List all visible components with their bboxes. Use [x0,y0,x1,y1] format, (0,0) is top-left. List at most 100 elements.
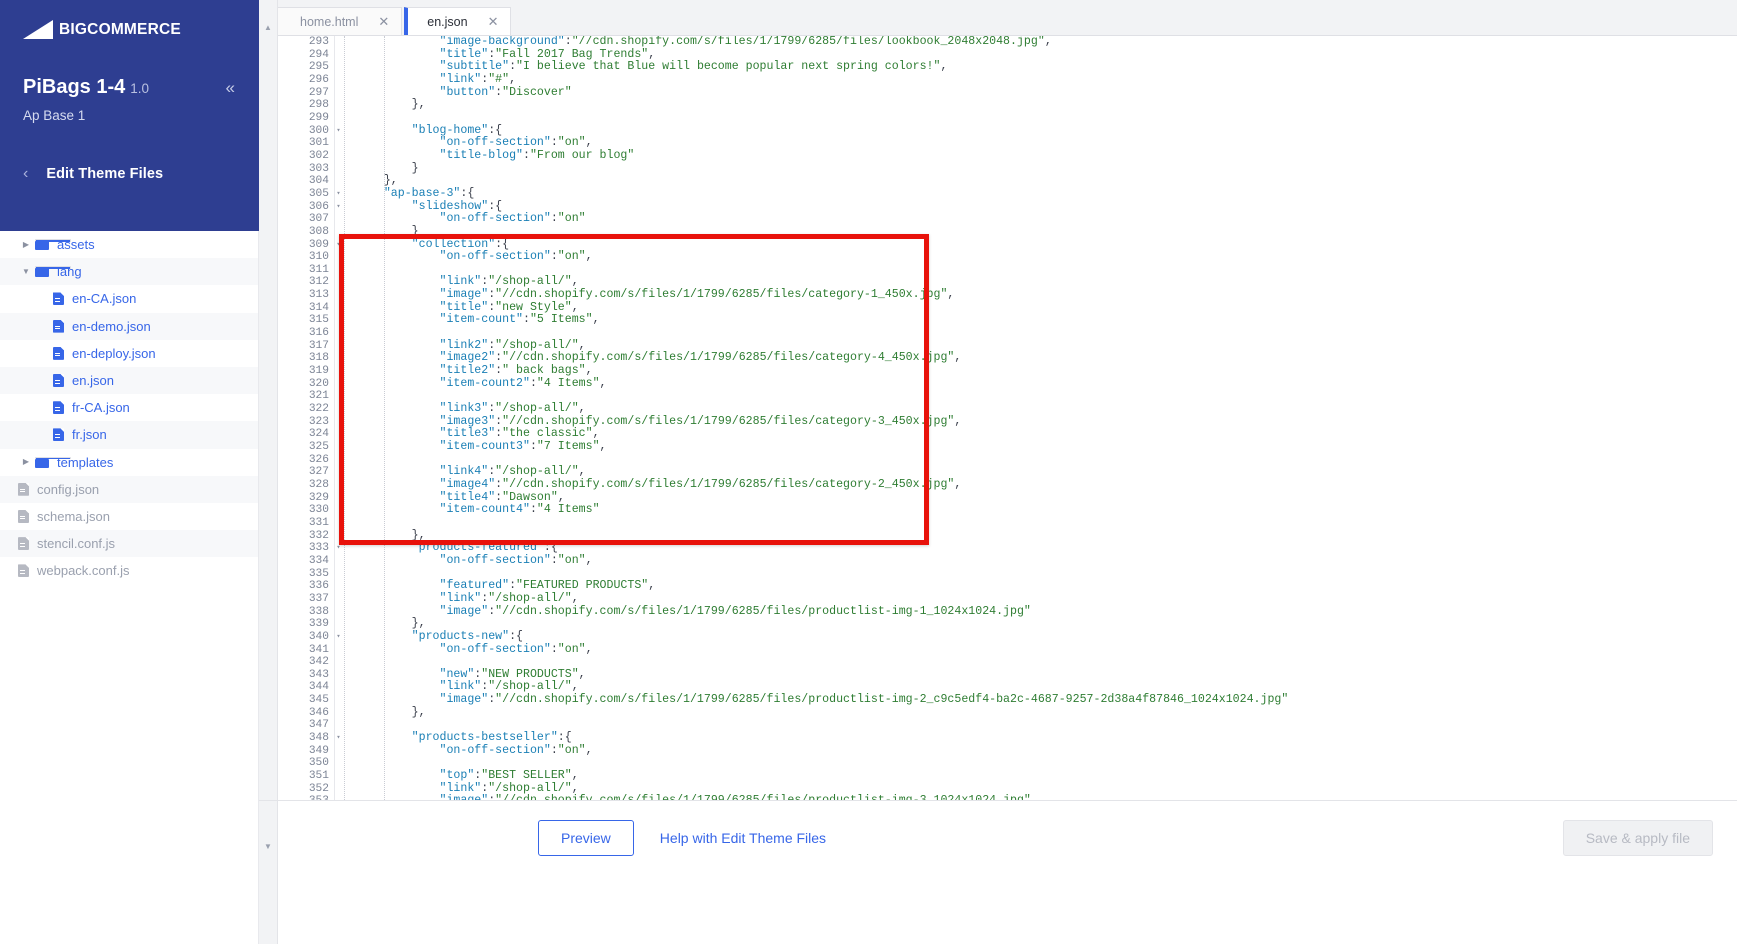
code-text: "image":"//cdn.shopify.com/s/files/1/179… [439,693,1289,707]
fold-toggle-icon[interactable]: ▾ [333,631,344,644]
tree-item-templates[interactable]: ▶ templates [0,448,258,476]
tree-item-en-deploy-json[interactable]: en-deploy.json [0,339,258,367]
line-number: 297 [308,86,329,99]
editor-scrollbar-track[interactable]: ▲ [259,0,278,800]
code-line[interactable]: 304 }, [277,174,1737,188]
code-text: "on-off-section":"on", [439,743,593,757]
fold-toggle-icon[interactable]: ▾ [333,201,344,214]
editor-tab-en-json[interactable]: en.json ✕ [404,7,512,35]
file-tree[interactable]: ▶ assets ▼ lang en-CA.json en-demo.json en-dep… [0,231,259,944]
code-text: "item-count2":"4 Items", [439,376,607,390]
tree-item-label: en-deploy.json [72,345,156,361]
tree-item-fr-json[interactable]: fr.json [0,421,258,449]
code-line[interactable]: 341 "on-off-section":"on", [277,643,1737,657]
code-text: "on-off-section":"on", [439,553,593,567]
fold-toggle-icon[interactable]: ▾ [333,188,344,201]
file-icon [53,401,64,415]
code-line[interactable]: 307 "on-off-section":"on" [277,212,1737,226]
code-line[interactable]: 297 "button":"Discover" [277,86,1737,100]
line-number: 316 [308,327,329,340]
scroll-up-icon[interactable]: ▲ [264,24,272,32]
code-line[interactable]: 302 "title-blog":"From our blog" [277,149,1737,163]
tree-item-stencil-conf-js[interactable]: ·stencil.conf.js [0,530,258,558]
file-icon [53,319,64,333]
fold-toggle-icon[interactable]: ▾ [333,732,344,745]
fold-toggle-icon[interactable]: ▾ [333,542,344,555]
chevron-right-icon[interactable]: ▶ [20,240,32,249]
code-line[interactable]: 338 "image":"//cdn.shopify.com/s/files/1… [277,605,1737,619]
line-number: 321 [308,390,329,403]
tree-item-lang[interactable]: ▼ lang [0,258,258,286]
file-icon [53,374,64,388]
line-number: 327 [308,466,329,479]
code-text: "item-count3":"7 Items", [439,440,607,453]
help-link[interactable]: Help with Edit Theme Files [660,830,826,846]
code-line[interactable]: 334 "on-off-section":"on", [277,553,1737,568]
line-number: 311 [308,263,329,276]
code-line[interactable]: 315 "item-count":"5 Items", [277,314,1737,327]
tree-item-en-demo-json[interactable]: en-demo.json [0,312,258,340]
close-icon[interactable]: ✕ [378,15,389,28]
editor-tab-home-html[interactable]: home.html ✕ [277,7,403,35]
line-number: 334 [308,554,329,567]
tree-item-config-json[interactable]: ·config.json [0,475,258,503]
tree-item-schema-json[interactable]: ·schema.json [0,502,258,531]
fold-toggle-icon[interactable]: ▾ [333,239,344,252]
tree-item-en-json[interactable]: en.json [0,366,258,395]
line-number: 319 [308,365,329,378]
code-line[interactable]: 325 "item-count3":"7 Items", [277,440,1737,454]
code-text: "item-count4":"4 Items" [439,503,600,517]
chevron-right-icon[interactable]: ▶ [20,458,32,466]
code-line[interactable]: 349 "on-off-section":"on", [277,743,1737,758]
close-icon[interactable]: ✕ [488,15,499,28]
tab-label: en.json [427,14,468,29]
bigcommerce-brand[interactable]: BIGCOMMERCE [23,18,181,42]
line-number: 329 [308,491,329,504]
code-line[interactable]: 320 "item-count2":"4 Items", [277,376,1737,391]
brand-suffix: COMMERCE [87,21,181,38]
tree-item-label: en.json [72,373,114,389]
tree-item-label: fr.json [72,427,107,443]
code-line[interactable]: 330 "item-count4":"4 Items" [277,503,1737,517]
chevron-down-icon[interactable]: ▼ [20,267,32,276]
theme-variation: Ap Base 1 [23,108,86,123]
collapse-sidebar-icon[interactable]: « [226,79,235,97]
line-number: 317 [308,339,329,352]
tree-item-en-ca-json[interactable]: en-CA.json [0,285,258,313]
code-text: }, [411,705,426,719]
code-text: "on-off-section":"on" [439,212,586,226]
edit-theme-files-nav[interactable]: ‹ Edit Theme Files [23,165,163,183]
theme-file-editor-app: BIGCOMMERCE PiBags 1-4 1.0 Ap Base 1 « ‹ … [0,0,1737,944]
code-line[interactable]: 310 "on-off-section":"on", [277,250,1737,264]
fold-toggle-icon[interactable]: ▾ [333,125,344,138]
line-number: 308 [308,225,329,238]
file-icon [18,482,29,496]
line-number: 340 [308,630,329,643]
line-number: 322 [308,403,329,416]
main-pane: ▲ home.html ✕ en.json ✕ 293 "image-backgrou… [259,0,1737,944]
line-number: 312 [308,276,329,289]
line-number: 310 [308,251,329,264]
code-line[interactable]: 298 }, [277,98,1737,112]
file-icon [18,509,29,523]
code-text: "image":"//cdn.shopify.com/s/files/1/179… [439,288,955,302]
save-and-apply-file-button[interactable]: Save & apply file [1562,820,1713,856]
code-line[interactable]: 346 }, [277,705,1737,720]
line-number: 341 [308,643,329,656]
code-line[interactable]: 331 [277,517,1737,530]
code-editor[interactable]: 293 "image-background":"//cdn.shopify.co… [259,36,1737,800]
line-number: 345 [308,694,329,707]
tree-item-assets[interactable]: ▶ assets [0,231,258,259]
code-line[interactable]: 303 } [277,162,1737,176]
line-number: 349 [308,744,329,757]
scroll-down-icon[interactable]: ▼ [264,843,272,851]
tree-item-label: config.json [37,481,100,497]
line-number: 294 [308,48,329,61]
code-lines[interactable]: 293 "image-background":"//cdn.shopify.co… [277,36,1737,800]
line-number: 336 [308,580,329,593]
tree-item-fr-ca-json[interactable]: fr-CA.json [0,394,258,422]
tree-item-webpack-conf-js[interactable]: ·webpack.conf.js [0,557,258,585]
preview-button[interactable]: Preview [538,820,634,856]
editor-tabbar: home.html ✕ en.json ✕ [259,0,1737,36]
code-line[interactable]: 345 "image":"//cdn.shopify.com/s/files/1… [277,693,1737,707]
